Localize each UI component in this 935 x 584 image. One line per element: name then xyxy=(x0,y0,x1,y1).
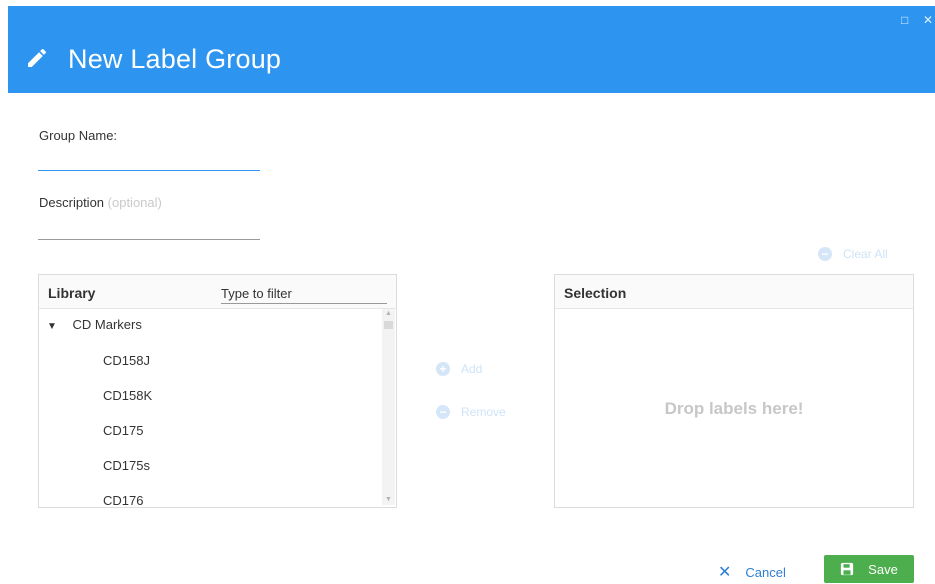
add-button[interactable]: + Add xyxy=(436,362,482,376)
list-item[interactable]: CD176 xyxy=(103,493,143,507)
chevron-down-icon[interactable]: ▼ xyxy=(47,321,57,332)
description-underline xyxy=(38,239,260,240)
remove-label: Remove xyxy=(461,405,506,419)
pencil-icon xyxy=(28,48,47,67)
scroll-down-arrow-icon[interactable]: ▼ xyxy=(383,495,394,505)
group-name-underline xyxy=(38,170,260,171)
close-icon[interactable]: ✕ xyxy=(923,14,933,26)
tree-group-label: CD Markers xyxy=(72,317,142,332)
list-item[interactable]: CD175 xyxy=(103,423,143,438)
minus-circle-icon: − xyxy=(436,405,450,419)
cancel-x-icon: ✕ xyxy=(718,564,732,581)
group-name-label: Group Name: xyxy=(39,128,118,143)
group-name-input[interactable] xyxy=(38,150,260,170)
drop-zone-hint: Drop labels here! xyxy=(664,399,804,418)
description-input[interactable] xyxy=(38,218,260,238)
list-item[interactable]: CD158K xyxy=(103,388,152,403)
list-item[interactable]: CD175s xyxy=(103,458,150,473)
selection-header: Selection xyxy=(555,275,913,309)
library-scrollbar[interactable]: ▲ ▼ xyxy=(382,309,395,505)
clear-all-label: Clear All xyxy=(843,247,888,261)
clear-all-button[interactable]: − Clear All xyxy=(818,247,888,261)
save-label: Save xyxy=(868,561,898,577)
description-label-text: Description xyxy=(39,195,105,210)
tree-group-cd-markers[interactable]: ▼ CD Markers xyxy=(47,317,142,332)
add-label: Add xyxy=(461,362,483,376)
library-header: Library xyxy=(39,275,396,309)
remove-button[interactable]: − Remove xyxy=(436,405,506,419)
dialog-window: New Label Group □ ✕ Group Name: Descript… xyxy=(8,6,935,584)
list-item[interactable]: CD158J xyxy=(103,353,150,368)
dialog-header: New Label Group □ ✕ xyxy=(8,6,935,93)
dialog-title: New Label Group xyxy=(68,44,282,74)
save-button[interactable]: Save xyxy=(824,555,914,583)
plus-circle-icon: + xyxy=(436,362,450,376)
selection-title: Selection xyxy=(564,285,627,301)
scroll-up-arrow-icon[interactable]: ▲ xyxy=(383,309,394,319)
scrollbar-thumb[interactable] xyxy=(384,321,393,329)
save-disk-icon xyxy=(841,562,854,576)
maximize-icon[interactable]: □ xyxy=(901,14,908,26)
description-label: Description (optional) xyxy=(39,195,162,210)
selection-panel[interactable]: Selection Drop labels here! xyxy=(554,274,914,508)
description-optional-hint: (optional) xyxy=(107,195,162,210)
minus-circle-icon: − xyxy=(818,247,832,261)
cancel-button[interactable]: ✕ Cancel xyxy=(718,562,786,582)
library-filter-input[interactable] xyxy=(221,284,387,304)
library-title: Library xyxy=(48,285,96,301)
cancel-label: Cancel xyxy=(745,564,786,580)
library-panel: Library ▼ CD Markers CD158J CD158K CD175… xyxy=(38,274,397,508)
